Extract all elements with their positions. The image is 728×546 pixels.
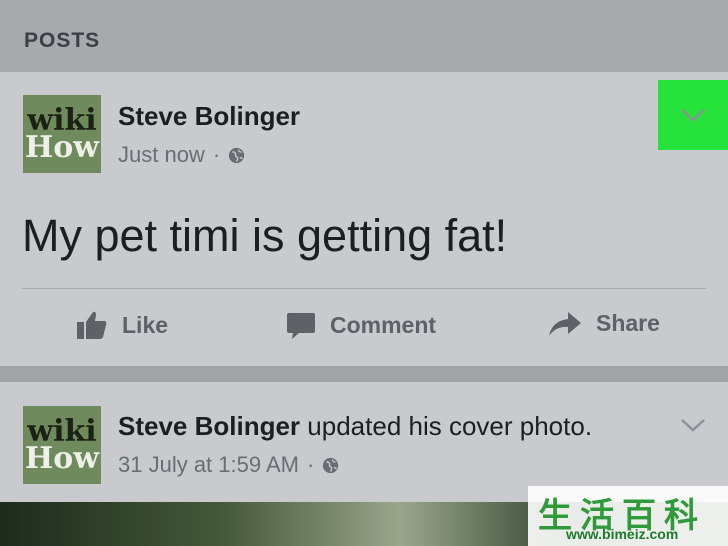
chevron-down-icon — [681, 419, 705, 432]
chevron-down-icon — [681, 109, 705, 122]
like-label: Like — [122, 311, 169, 338]
share-label: Share — [596, 310, 660, 336]
post-options-button[interactable] — [658, 390, 728, 460]
feed-separator — [0, 366, 728, 382]
post-author-name[interactable]: Steve Bolinger updated his cover photo. — [118, 411, 592, 442]
post-meta: Just now · — [118, 142, 245, 168]
section-title: POSTS — [24, 29, 101, 52]
share-arrow-icon — [549, 311, 581, 336]
globe-icon — [323, 457, 339, 473]
share-button[interactable]: Share — [548, 310, 660, 337]
comment-label: Comment — [330, 311, 437, 338]
like-button[interactable]: Like — [76, 310, 168, 340]
globe-icon — [229, 147, 245, 163]
comment-button[interactable]: Comment — [286, 310, 436, 340]
post-timestamp[interactable]: Just now — [118, 142, 205, 168]
posts-section-header: POSTS — [0, 0, 728, 72]
watermark: 生活百科 www.bimeiz.com — [528, 486, 728, 546]
avatar[interactable]: wiki How — [23, 95, 101, 173]
meta-separator: · — [212, 142, 221, 167]
post-action-text: updated his cover photo. — [307, 411, 593, 441]
meta-separator: · — [307, 452, 315, 477]
post-meta: 31 July at 1:59 AM · — [118, 452, 339, 478]
thumbs-up-icon — [77, 311, 107, 339]
post-card: wiki How Steve Bolinger Just now · My pe… — [0, 72, 728, 366]
post-options-button[interactable] — [658, 80, 728, 150]
post-timestamp[interactable]: 31 July at 1:59 AM — [118, 452, 299, 478]
comment-icon — [287, 313, 315, 339]
avatar[interactable]: wiki How — [23, 406, 101, 484]
post-author-name[interactable]: Steve Bolinger — [118, 101, 300, 132]
watermark-url: www.bimeiz.com — [566, 526, 679, 542]
divider — [22, 288, 706, 289]
post-content: My pet timi is getting fat! — [22, 210, 508, 261]
